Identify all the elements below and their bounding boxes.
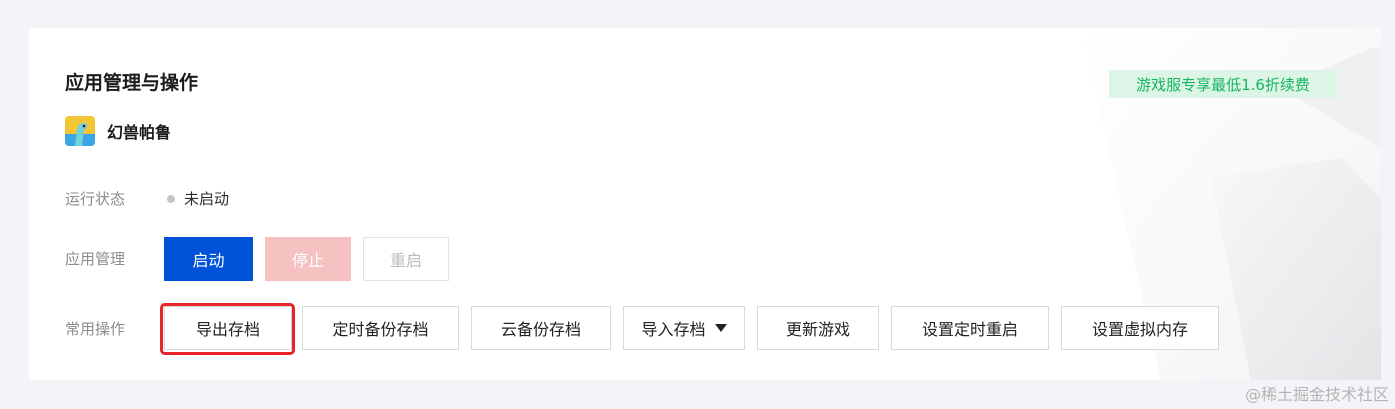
import-save-dropdown[interactable]: 导入存档 [623, 306, 745, 350]
virtual-memory-button[interactable]: 设置虚拟内存 [1061, 306, 1219, 350]
operations-label: 常用操作 [65, 320, 126, 338]
management-label: 应用管理 [65, 250, 126, 268]
import-save-label: 导入存档 [641, 320, 706, 339]
update-game-button[interactable]: 更新游戏 [757, 306, 879, 350]
export-save-button[interactable]: 导出存档 [164, 306, 292, 350]
scheduled-restart-button[interactable]: 设置定时重启 [891, 306, 1049, 350]
app-info: 幻兽帕鲁 [65, 116, 171, 146]
status-label: 运行状态 [65, 190, 126, 208]
restart-button[interactable]: 重启 [363, 237, 449, 281]
caret-down-icon [714, 324, 727, 332]
start-button[interactable]: 启动 [164, 237, 253, 281]
app-management-card: 应用管理与操作 游戏服专享最低1.6折续费 幻兽帕鲁 运行状态 未启动 应用管理… [29, 28, 1381, 380]
palworld-app-icon [65, 116, 95, 146]
section-title: 应用管理与操作 [65, 72, 199, 94]
scheduled-backup-button[interactable]: 定时备份存档 [302, 306, 459, 350]
app-name: 幻兽帕鲁 [107, 123, 172, 142]
status-value: 未启动 [184, 190, 230, 208]
cloud-backup-button[interactable]: 云备份存档 [471, 306, 611, 350]
status-dot [167, 194, 175, 203]
promo-badge[interactable]: 游戏服专享最低1.6折续费 [1109, 70, 1337, 98]
watermark: @稀土掘金技术社区 [1244, 385, 1389, 404]
run-status: 未启动 [167, 188, 229, 209]
stop-button[interactable]: 停止 [265, 237, 351, 281]
